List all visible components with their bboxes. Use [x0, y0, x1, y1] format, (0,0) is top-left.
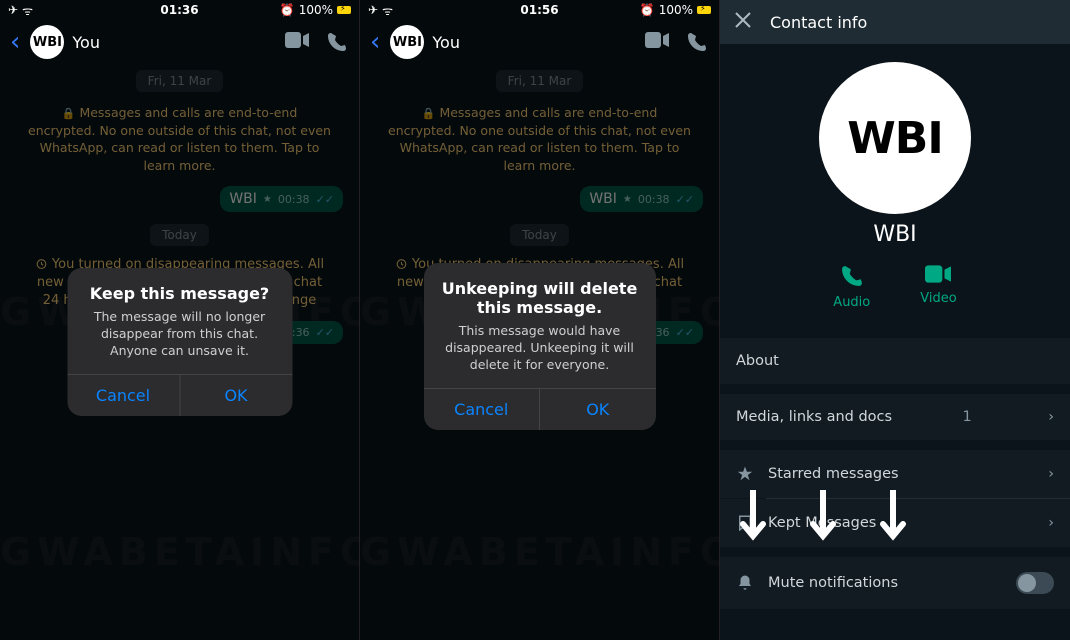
media-links-docs-row[interactable]: Media, links and docs 1 › — [720, 394, 1070, 440]
page-title: Contact info — [770, 13, 867, 32]
video-call-button[interactable]: Video — [920, 265, 956, 310]
contact-display-name: WBI — [720, 222, 1070, 247]
ok-button[interactable]: OK — [540, 389, 656, 430]
mute-toggle[interactable] — [1016, 572, 1054, 594]
back-button[interactable]: ‹ — [10, 27, 20, 57]
contact-info-header: Contact info — [720, 0, 1070, 44]
about-section[interactable]: About — [720, 338, 1070, 384]
chevron-right-icon: › — [1048, 409, 1054, 425]
chevron-right-icon: › — [1048, 466, 1054, 482]
avatar[interactable]: WBI — [390, 25, 424, 59]
dialog-title: Unkeeping will delete this message. — [424, 263, 656, 319]
chat-screen-unkeep: ✈︎ᯤ 01:56 ⏰100% ‹ WBI You Fri, 11 Mar 🔒 … — [360, 0, 720, 640]
starred-messages-row[interactable]: Starred messages › — [720, 450, 1070, 498]
kept-messages-row[interactable]: Kept Messages › — [720, 499, 1070, 547]
contact-name[interactable]: You — [432, 33, 460, 52]
back-button[interactable]: ‹ — [370, 27, 380, 57]
star-icon — [736, 465, 754, 483]
video-call-icon[interactable] — [285, 32, 309, 48]
mute-notifications-row[interactable]: Mute notifications — [720, 557, 1070, 609]
chevron-right-icon: › — [1048, 515, 1054, 531]
chat-header: ‹ WBI You — [0, 20, 359, 64]
clock: 01:36 — [160, 3, 198, 17]
video-icon — [925, 265, 951, 283]
contact-info-screen: Contact info WBI WBI Audio Video About M… — [720, 0, 1070, 640]
clock: 01:56 — [520, 3, 558, 17]
unkeep-message-dialog: Unkeeping will delete this message. This… — [424, 263, 656, 430]
audio-call-icon[interactable] — [327, 32, 347, 52]
contact-name[interactable]: You — [72, 33, 100, 52]
bell-icon — [736, 574, 754, 592]
chat-header: ‹ WBI You — [360, 20, 719, 64]
keep-message-dialog: Keep this message? The message will no l… — [67, 268, 292, 416]
media-count: 1 — [963, 409, 978, 425]
audio-call-icon[interactable] — [687, 32, 707, 52]
contact-avatar[interactable]: WBI — [819, 62, 971, 214]
phone-icon — [841, 265, 863, 287]
avatar[interactable]: WBI — [30, 25, 64, 59]
dialog-title: Keep this message? — [67, 268, 292, 305]
cancel-button[interactable]: Cancel — [424, 389, 541, 430]
status-bar: ✈︎ᯤ 01:56 ⏰100% — [360, 0, 719, 20]
cancel-button[interactable]: Cancel — [67, 375, 180, 416]
dialog-message: The message will no longer disappear fro… — [67, 305, 292, 374]
chat-screen-keep: ✈︎ᯤ 01:36 ⏰100% ‹ WBI You Fri, 11 Mar 🔒 … — [0, 0, 360, 640]
audio-call-button[interactable]: Audio — [833, 265, 870, 310]
bookmark-icon — [736, 514, 754, 532]
dialog-message: This message would have disappeared. Unk… — [424, 319, 656, 388]
status-bar: ✈︎ᯤ 01:36 ⏰100% — [0, 0, 359, 20]
video-call-icon[interactable] — [645, 32, 669, 48]
close-icon[interactable] — [734, 11, 752, 33]
ok-button[interactable]: OK — [180, 375, 292, 416]
